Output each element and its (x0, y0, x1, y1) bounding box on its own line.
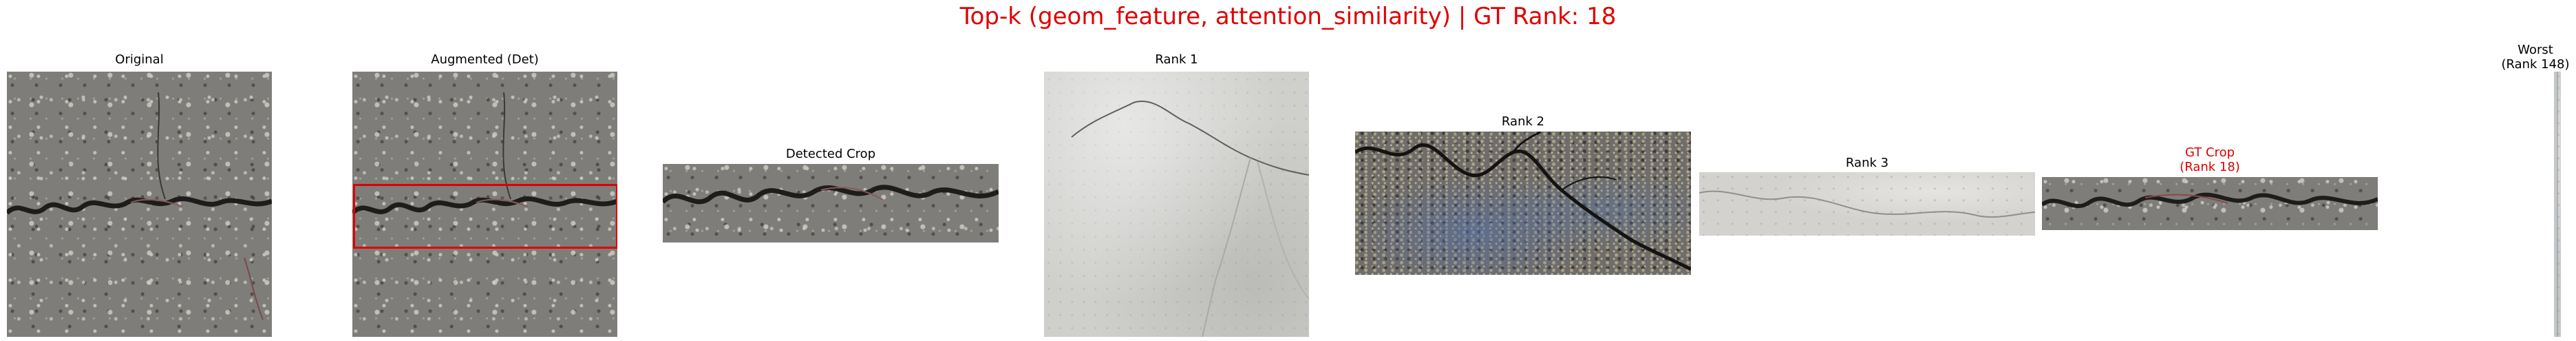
crack-line (2042, 192, 2378, 209)
detection-box (353, 184, 617, 249)
gt-crop-title: GT Crop (Rank 18) (2180, 145, 2240, 174)
rank3-image (1699, 172, 2035, 236)
crack-line (1355, 132, 1691, 271)
rank2-title: Rank 2 (1501, 114, 1545, 129)
rank1-image (1044, 72, 1309, 337)
worst-title: Worst (Rank 148) (2501, 43, 2570, 72)
rank1-title: Rank 1 (1155, 52, 1198, 67)
crack-line (1071, 101, 1309, 337)
crack-line (7, 92, 272, 320)
crack-line (2557, 72, 2558, 337)
augmented-title: Augmented (Det) (431, 52, 539, 67)
original-image (7, 72, 272, 337)
detected-crop-title: Detected Crop (785, 147, 876, 161)
detected-crop-image (663, 164, 999, 242)
rank3-title: Rank 3 (1845, 156, 1889, 170)
worst-image (2554, 72, 2561, 337)
gt-crop-image (2042, 177, 2378, 230)
crack-line (663, 185, 999, 205)
crack-line (1699, 190, 2035, 218)
original-title: Original (115, 52, 164, 67)
augmented-image (352, 72, 617, 337)
rank2-image (1355, 132, 1691, 275)
figure-title: Top-k (geom_feature, attention_similarit… (959, 3, 1617, 30)
